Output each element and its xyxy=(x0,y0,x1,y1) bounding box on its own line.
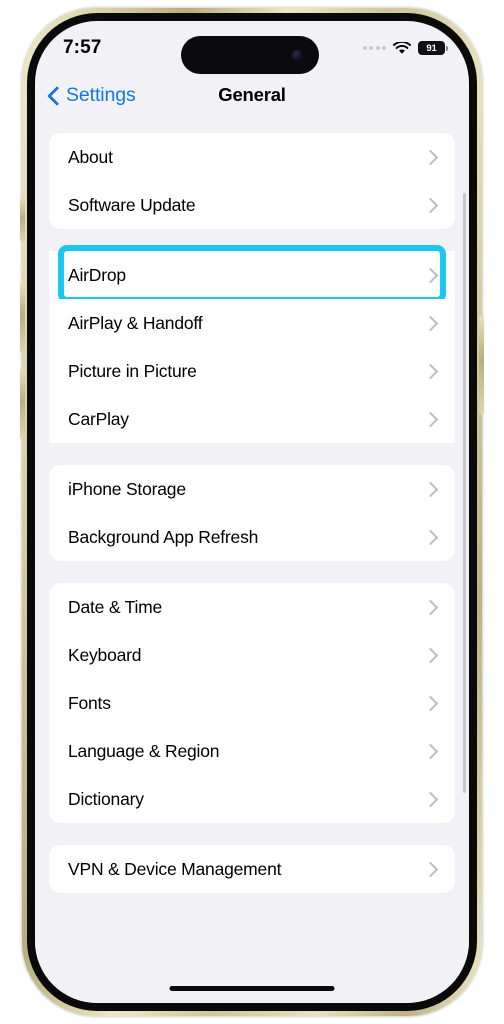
settings-row-software-update[interactable]: Software Update xyxy=(49,181,455,229)
group-locale: Date & Time Keyboard Fonts Language & Regio… xyxy=(49,583,455,823)
status-bar-time: 7:57 xyxy=(63,37,102,58)
settings-row-label: AirDrop xyxy=(68,264,126,285)
front-camera-icon xyxy=(292,49,303,61)
settings-row-airplay-handoff[interactable]: AirPlay & Handoff xyxy=(49,299,455,347)
settings-row-about[interactable]: About xyxy=(49,133,455,181)
settings-row-container: Picture in Picture xyxy=(49,347,455,395)
settings-row-label: Software Update xyxy=(68,194,196,215)
settings-row-container: VPN & Device Management xyxy=(49,845,455,893)
settings-row-container: Fonts xyxy=(49,679,455,727)
settings-row-language-region[interactable]: Language & Region xyxy=(49,727,455,775)
group-management: VPN & Device Management xyxy=(49,845,455,893)
chevron-right-icon xyxy=(425,744,434,759)
group-storage: iPhone Storage Background App Refresh xyxy=(49,465,455,561)
chevron-right-icon xyxy=(425,268,434,283)
chevron-right-icon xyxy=(425,412,434,427)
settings-row-background-app-refresh[interactable]: Background App Refresh xyxy=(49,513,455,561)
volume-up-button[interactable] xyxy=(20,283,25,353)
settings-row-label: VPN & Device Management xyxy=(68,858,282,879)
settings-row-fonts[interactable]: Fonts xyxy=(49,679,455,727)
chevron-right-icon xyxy=(425,600,434,615)
device-frame: 7:57 91 General Settings About Software … xyxy=(0,0,504,1024)
settings-row-label: AirPlay & Handoff xyxy=(68,312,203,333)
back-button-label: Settings xyxy=(66,83,136,106)
battery-level-label: 91 xyxy=(426,42,437,54)
chevron-right-icon xyxy=(425,862,434,877)
settings-row-vpn-device-management[interactable]: VPN & Device Management xyxy=(49,845,455,893)
chevron-right-icon xyxy=(425,696,434,711)
status-bar-indicators: 91 xyxy=(362,40,448,55)
settings-row-picture-in-picture[interactable]: Picture in Picture xyxy=(49,347,455,395)
settings-row-carplay[interactable]: CarPlay xyxy=(49,395,455,443)
phone-screen: 7:57 91 General Settings About Software … xyxy=(35,21,469,1003)
dynamic-island xyxy=(181,36,319,74)
settings-row-label: About xyxy=(68,146,113,167)
group-connectivity: AirDrop AirPlay & Handoff Picture in Pictu… xyxy=(49,245,455,443)
power-button[interactable] xyxy=(479,316,484,414)
settings-row-label: Fonts xyxy=(68,692,111,713)
back-button[interactable]: Settings xyxy=(40,71,144,119)
group-info: About Software Update xyxy=(49,133,455,229)
settings-row-label: Date & Time xyxy=(68,596,163,617)
navigation-bar: General Settings xyxy=(35,71,469,119)
settings-row-container: Date & Time xyxy=(49,583,455,631)
settings-row-airdrop[interactable]: AirDrop xyxy=(49,251,455,299)
settings-row-iphone-storage[interactable]: iPhone Storage xyxy=(49,465,455,513)
chevron-right-icon xyxy=(425,530,434,545)
settings-row-label: Language & Region xyxy=(68,740,220,761)
action-button[interactable] xyxy=(20,198,25,242)
settings-row-label: Dictionary xyxy=(68,788,144,809)
scroll-indicator[interactable] xyxy=(462,193,466,793)
settings-row-keyboard[interactable]: Keyboard xyxy=(49,631,455,679)
settings-row-container: Keyboard xyxy=(49,631,455,679)
chevron-right-icon xyxy=(425,150,434,165)
settings-row-dictionary[interactable]: Dictionary xyxy=(49,775,455,823)
settings-row-container: Language & Region xyxy=(49,727,455,775)
settings-row-container: AirPlay & Handoff xyxy=(49,299,455,347)
settings-row-label: CarPlay xyxy=(68,408,129,429)
chevron-right-icon xyxy=(425,316,434,331)
settings-row-label: Background App Refresh xyxy=(68,526,259,547)
chevron-left-icon xyxy=(48,86,59,105)
settings-row-container: AirDrop xyxy=(49,245,455,303)
settings-row-label: Picture in Picture xyxy=(68,360,197,381)
wifi-icon xyxy=(392,40,412,55)
settings-row-container: CarPlay xyxy=(49,395,455,443)
battery-icon: 91 xyxy=(418,41,448,55)
settings-row-container: About xyxy=(49,133,455,181)
settings-row-label: Keyboard xyxy=(68,644,142,665)
settings-row-container: Dictionary xyxy=(49,775,455,823)
chevron-right-icon xyxy=(425,792,434,807)
volume-down-button[interactable] xyxy=(20,369,25,439)
settings-list[interactable]: About Software Update AirDrop AirPlay & Han… xyxy=(35,119,469,1003)
settings-row-container: iPhone Storage xyxy=(49,465,455,513)
chevron-right-icon xyxy=(425,648,434,663)
chevron-right-icon xyxy=(425,364,434,379)
chevron-right-icon xyxy=(425,198,434,213)
settings-row-container: Background App Refresh xyxy=(49,513,455,561)
home-indicator[interactable] xyxy=(169,985,335,991)
cellular-dots-icon xyxy=(362,46,386,50)
chevron-right-icon xyxy=(425,482,434,497)
settings-row-container: Software Update xyxy=(49,181,455,229)
settings-row-label: iPhone Storage xyxy=(68,478,186,499)
settings-row-date-time[interactable]: Date & Time xyxy=(49,583,455,631)
